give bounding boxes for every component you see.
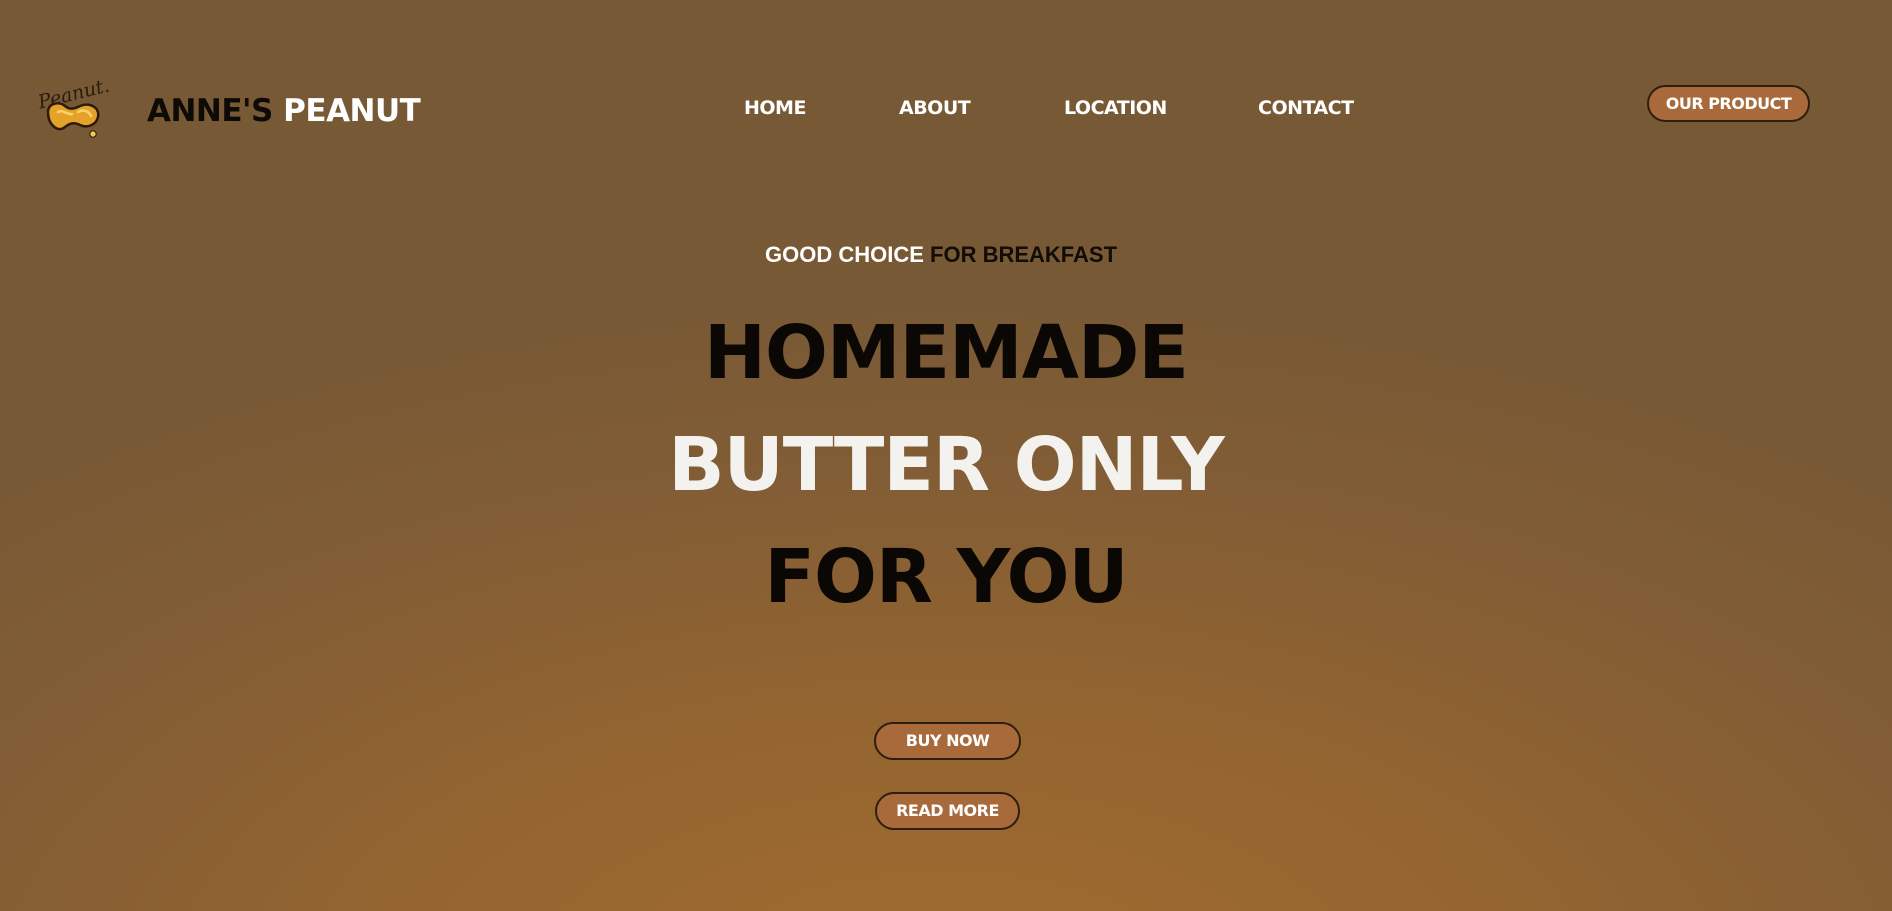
hero-title-line1: HOMEMADE (704, 310, 1189, 396)
nav-home[interactable]: HOME (744, 95, 806, 121)
tagline-part2: FOR BREAKFAST (930, 242, 1118, 267)
nav-about[interactable]: ABOUT (899, 95, 971, 121)
tagline-part1: GOOD CHOICE (764, 242, 924, 267)
brand-name-part2: PEANUT (283, 93, 421, 129)
brand-name[interactable]: ANNE'S PEANUT (147, 90, 421, 132)
hero-title-line3: FOR YOU (764, 534, 1128, 620)
hero-title-line2: BUTTER ONLY (668, 422, 1225, 508)
peanut-logo-icon[interactable]: Peanut. (34, 76, 114, 146)
hero-tagline: GOOD CHOICE FOR BREAKFAST (0, 240, 1882, 270)
brand-name-part1: ANNE'S (147, 93, 273, 129)
nav-contact[interactable]: CONTACT (1258, 95, 1354, 121)
buy-now-button[interactable]: BUY NOW (874, 722, 1021, 760)
our-product-button[interactable]: OUR PRODUCT (1647, 85, 1810, 122)
read-more-button[interactable]: READ MORE (875, 792, 1020, 830)
nav-location[interactable]: LOCATION (1064, 95, 1167, 121)
